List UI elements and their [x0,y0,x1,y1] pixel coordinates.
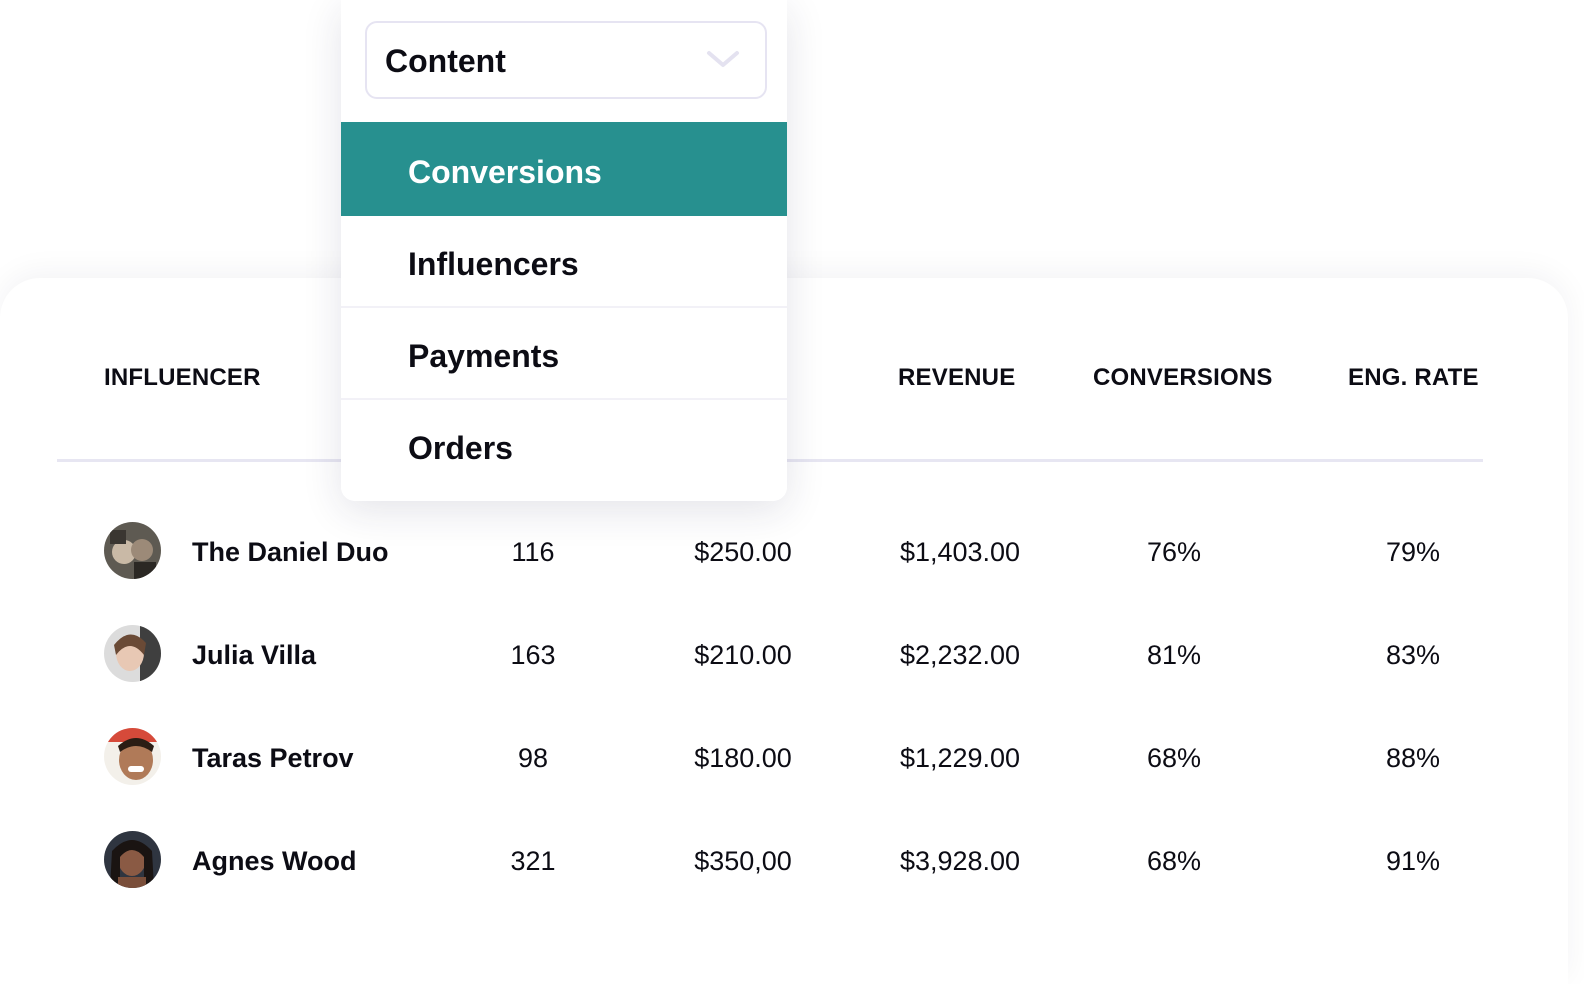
cell-revenue: $3,928.00 [899,846,1021,876]
influencer-name[interactable]: Julia Villa [192,640,316,670]
avatar [104,831,161,888]
option-label: Influencers [408,246,579,282]
influencer-name[interactable]: Agnes Wood [192,846,357,876]
influencer-name[interactable]: The Daniel Duo [192,537,389,567]
cell-amount: $250.00 [694,537,792,567]
cell-eng-rate: 91% [1385,846,1441,876]
cell-conversions: 68% [1146,743,1202,773]
option-conversions[interactable]: Conversions [341,122,787,216]
content-dropdown-menu: Content Conversions Influencers Payments… [341,0,787,501]
avatar [104,728,161,785]
cell-revenue: $1,229.00 [899,743,1021,773]
select-value: Content [385,43,506,79]
cell-count: 163 [510,640,556,670]
option-label: Conversions [408,154,602,190]
cell-count: 98 [517,743,549,773]
option-orders[interactable]: Orders [341,400,787,501]
cell-count: 116 [511,537,555,567]
table-row[interactable]: Julia Villa 163 $210.00 $2,232.00 81% 83… [0,625,1568,689]
cell-conversions: 68% [1146,846,1202,876]
chevron-down-icon [705,47,741,71]
influencer-name[interactable]: Taras Petrov [192,743,354,773]
cell-conversions: 76% [1146,537,1202,567]
cell-count: 321 [510,846,556,876]
column-header-conversions[interactable]: CONVERSIONS [1093,366,1273,390]
table-row[interactable]: The Daniel Duo 116 $250.00 $1,403.00 76%… [0,522,1568,586]
cell-amount: $350,00 [694,846,792,876]
content-select[interactable]: Content [365,21,767,99]
column-header-revenue[interactable]: REVENUE [898,366,1015,390]
table-row[interactable]: Agnes Wood 321 $350,00 $3,928.00 68% 91% [0,831,1568,895]
avatar [104,522,161,579]
cell-conversions: 81% [1146,640,1202,670]
option-label: Orders [408,430,513,466]
cell-eng-rate: 88% [1385,743,1441,773]
option-influencers[interactable]: Influencers [341,216,787,308]
cell-eng-rate: 79% [1385,537,1441,567]
page: INFLUENCER REVENUE CONVERSIONS ENG. RATE… [0,0,1584,984]
cell-revenue: $2,232.00 [899,640,1021,670]
cell-eng-rate: 83% [1385,640,1441,670]
column-header-eng-rate[interactable]: ENG. RATE [1348,366,1479,390]
option-payments[interactable]: Payments [341,308,787,400]
avatar [104,625,161,682]
column-header-influencer[interactable]: INFLUENCER [104,366,261,390]
cell-amount: $180.00 [694,743,792,773]
table-row[interactable]: Taras Petrov 98 $180.00 $1,229.00 68% 88… [0,728,1568,792]
option-label: Payments [408,338,560,374]
cell-amount: $210.00 [694,640,792,670]
cell-revenue: $1,403.00 [899,537,1021,567]
